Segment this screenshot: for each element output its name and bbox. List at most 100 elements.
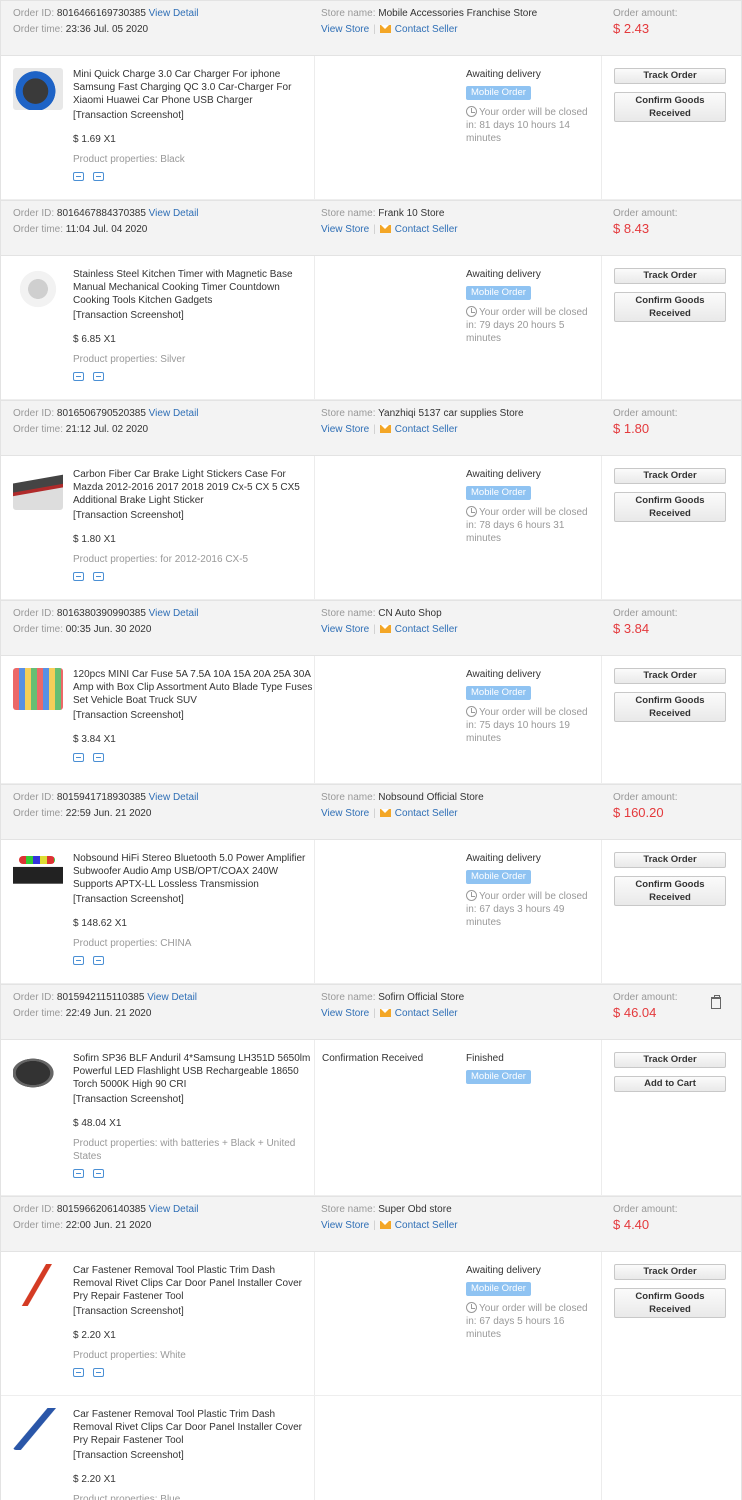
view-detail-link[interactable]: View Detail (149, 792, 199, 803)
transaction-screenshot-link[interactable]: [Transaction Screenshot] (73, 109, 184, 122)
order-id-value: 8016380390990385 (56, 608, 146, 619)
product-title[interactable]: Sofirn SP36 BLF Anduril 4*Samsung LH351D… (73, 1052, 313, 1091)
track-order-button[interactable]: Track Order (614, 1052, 726, 1068)
product-thumbnail[interactable] (13, 1052, 63, 1094)
product-thumbnail[interactable] (13, 668, 63, 710)
view-store-link[interactable]: View Store (321, 808, 369, 819)
transaction-screenshot-link[interactable]: [Transaction Screenshot] (73, 509, 184, 522)
order-time-line: Order time: 22:59 Jun. 21 2020 (13, 807, 151, 821)
confirm-goods-button[interactable]: Confirm Goods Received (614, 1288, 726, 1318)
feedback-icon[interactable] (93, 172, 104, 181)
order-id-label: Order ID: (13, 992, 55, 1003)
add-to-cart-button[interactable]: Add to Cart (614, 1076, 726, 1092)
order-amount-value: $ 1.80 (613, 421, 650, 436)
feedback-icon[interactable] (93, 753, 104, 762)
track-order-button[interactable]: Track Order (614, 268, 726, 284)
product-title[interactable]: Stainless Steel Kitchen Timer with Magne… (73, 268, 313, 307)
view-store-link[interactable]: View Store (321, 1008, 369, 1019)
product-properties-label: Product properties: (73, 354, 158, 365)
product-action-icons (73, 753, 113, 764)
contact-seller-link[interactable]: Contact Seller (395, 1008, 458, 1019)
order-status: Awaiting delivery (466, 69, 541, 80)
trash-icon[interactable] (711, 995, 721, 1009)
snapshot-icon[interactable] (73, 172, 84, 181)
order-item-row: 120pcs MINI Car Fuse 5A 7.5A 10A 15A 20A… (1, 656, 741, 784)
contact-seller-link[interactable]: Contact Seller (395, 1220, 458, 1231)
product-thumbnail[interactable] (13, 1408, 63, 1450)
column-divider (314, 1396, 315, 1500)
snapshot-icon[interactable] (73, 753, 84, 762)
snapshot-icon[interactable] (73, 956, 84, 965)
product-thumbnail[interactable] (13, 68, 63, 110)
track-order-button[interactable]: Track Order (614, 852, 726, 868)
column-divider (601, 1396, 602, 1500)
view-detail-link[interactable]: View Detail (147, 992, 197, 1003)
order-status: Awaiting delivery (466, 669, 541, 680)
view-detail-link[interactable]: View Detail (149, 1204, 199, 1215)
product-title[interactable]: Mini Quick Charge 3.0 Car Charger For ip… (73, 68, 313, 107)
product-thumbnail[interactable] (13, 468, 63, 510)
product-price: $ 1.80 X1 (73, 534, 116, 545)
product-properties-label: Product properties: (73, 938, 158, 949)
product-price: $ 6.85 X1 (73, 334, 116, 345)
product-properties: Product properties: Blue (73, 1493, 309, 1500)
transaction-screenshot-link[interactable]: [Transaction Screenshot] (73, 1449, 184, 1462)
view-detail-link[interactable]: View Detail (149, 8, 199, 19)
feedback-icon[interactable] (93, 956, 104, 965)
view-store-link[interactable]: View Store (321, 24, 369, 35)
product-thumbnail[interactable] (13, 852, 63, 894)
contact-seller-link[interactable]: Contact Seller (395, 424, 458, 435)
feedback-icon[interactable] (93, 372, 104, 381)
order-amount-label: Order amount: (613, 8, 678, 19)
product-action-icons (73, 1368, 113, 1379)
order-item-row: Sofirn SP36 BLF Anduril 4*Samsung LH351D… (1, 1040, 741, 1196)
snapshot-icon[interactable] (73, 1169, 84, 1178)
view-store-link[interactable]: View Store (321, 424, 369, 435)
track-order-button[interactable]: Track Order (614, 1264, 726, 1280)
product-title[interactable]: Carbon Fiber Car Brake Light Stickers Ca… (73, 468, 313, 507)
view-store-link[interactable]: View Store (321, 1220, 369, 1231)
contact-seller-link[interactable]: Contact Seller (395, 24, 458, 35)
confirm-goods-button[interactable]: Confirm Goods Received (614, 876, 726, 906)
column-divider (314, 1252, 315, 1395)
product-action-icons (73, 1169, 113, 1180)
close-countdown: Your order will be closed in: 79 days 20… (466, 306, 600, 345)
product-title[interactable]: 120pcs MINI Car Fuse 5A 7.5A 10A 15A 20A… (73, 668, 313, 707)
snapshot-icon[interactable] (73, 372, 84, 381)
store-name-value: Mobile Accessories Franchise Store (378, 8, 538, 19)
confirm-goods-button[interactable]: Confirm Goods Received (614, 692, 726, 722)
confirm-goods-button[interactable]: Confirm Goods Received (614, 292, 726, 322)
product-thumbnail[interactable] (13, 1264, 63, 1306)
product-title[interactable]: Car Fastener Removal Tool Plastic Trim D… (73, 1264, 313, 1303)
transaction-screenshot-link[interactable]: [Transaction Screenshot] (73, 709, 184, 722)
track-order-button[interactable]: Track Order (614, 468, 726, 484)
contact-seller-link[interactable]: Contact Seller (395, 224, 458, 235)
feedback-icon[interactable] (93, 572, 104, 581)
transaction-screenshot-link[interactable]: [Transaction Screenshot] (73, 1093, 184, 1106)
feedback-icon[interactable] (93, 1368, 104, 1377)
view-detail-link[interactable]: View Detail (149, 408, 199, 419)
transaction-screenshot-link[interactable]: [Transaction Screenshot] (73, 1305, 184, 1318)
view-detail-link[interactable]: View Detail (149, 608, 199, 619)
column-divider (601, 656, 602, 783)
mobile-order-badge: Mobile Order (466, 486, 531, 500)
product-thumbnail[interactable] (13, 268, 63, 310)
confirm-goods-button[interactable]: Confirm Goods Received (614, 92, 726, 122)
transaction-screenshot-link[interactable]: [Transaction Screenshot] (73, 309, 184, 322)
view-store-link[interactable]: View Store (321, 224, 369, 235)
product-title[interactable]: Nobsound HiFi Stereo Bluetooth 5.0 Power… (73, 852, 313, 891)
track-order-button[interactable]: Track Order (614, 68, 726, 84)
product-title[interactable]: Car Fastener Removal Tool Plastic Trim D… (73, 1408, 313, 1447)
contact-seller-link[interactable]: Contact Seller (395, 808, 458, 819)
transaction-screenshot-link[interactable]: [Transaction Screenshot] (73, 893, 184, 906)
snapshot-icon[interactable] (73, 1368, 84, 1377)
track-order-button[interactable]: Track Order (614, 668, 726, 684)
feedback-icon[interactable] (93, 1169, 104, 1178)
confirm-goods-button[interactable]: Confirm Goods Received (614, 492, 726, 522)
mail-icon (379, 809, 391, 817)
contact-seller-link[interactable]: Contact Seller (395, 624, 458, 635)
view-store-link[interactable]: View Store (321, 624, 369, 635)
product-properties-label: Product properties: (73, 154, 158, 165)
snapshot-icon[interactable] (73, 572, 84, 581)
view-detail-link[interactable]: View Detail (149, 208, 199, 219)
